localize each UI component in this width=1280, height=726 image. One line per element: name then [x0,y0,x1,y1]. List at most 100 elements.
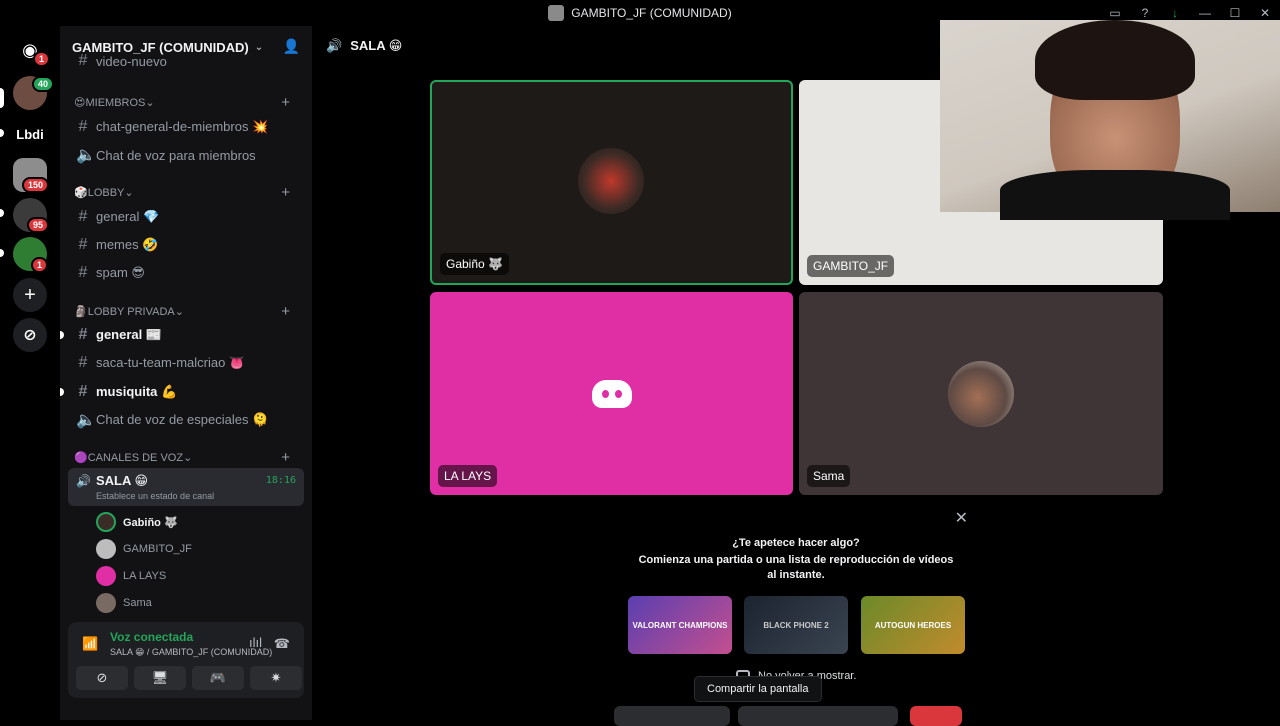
speaker-icon: 🔊 [326,38,343,53]
voice-user[interactable]: Gabiño 🐺 [96,510,178,534]
chevron-down-icon: ⌄ [254,41,264,53]
activity-subheading: Comienza una partida o una lista de repr… [638,554,954,581]
emoji-icon: 🎲 [74,187,88,199]
chevron-down-icon: ⌄ [124,187,134,199]
category-miembros[interactable]: 😍 MIEMBROS ⌄ + [74,94,298,111]
add-channel-icon[interactable]: + [281,449,290,466]
game-card[interactable]: BLACK PHONE 2 [744,596,848,654]
voice-stage: 🔊 SALA 😁 Gabiño 🐺 GAMBITO_JF LA LAYS Sam… [312,20,1280,726]
server-list: ◉ 1 40 Lbdi 150 95 1 + ⊘ [0,26,60,720]
gamepad-icon: 🎮 [209,670,227,685]
voice-channel-name: SALA 😁 [96,473,149,488]
hash-icon: # [78,354,88,371]
disconnect-button[interactable] [910,706,962,726]
help-icon[interactable]: ? [1130,6,1160,20]
participant-name: LA LAYS [438,465,498,487]
channel-general[interactable]: # general 💎 [68,203,304,231]
channel-musiquita[interactable]: # musiquita 💪 [60,378,304,406]
channel-chat-general[interactable]: # chat-general-de-miembros 💥 [68,113,304,141]
signal-icon: 📶 [82,636,99,651]
chevron-down-icon: ⌄ [183,452,193,464]
server-badge: 1 [31,257,49,273]
voice-timer: 18:16 [265,475,296,486]
channel-header: 🔊 SALA 😁 [326,38,402,54]
participant-tile[interactable]: Gabiño 🐺 [430,80,793,285]
activities-button[interactable]: 🎮 [192,666,244,690]
server-badge: 150 [22,177,50,193]
chevron-down-icon: ⌄ [145,97,155,109]
self-camera-preview[interactable] [940,20,1280,220]
unread-indicator [60,388,64,396]
channel-spam[interactable]: # spam 😎 [68,259,304,287]
channel-video-nuevo[interactable]: # video-nuevo [68,52,304,70]
channel-saca-tu-team[interactable]: # saca-tu-team-malcriao 👅 [68,349,304,377]
share-screen-button[interactable]: 🖥 [134,666,186,690]
camera-hair [1035,20,1195,100]
hash-icon: # [78,52,88,69]
camera-shirt [1000,170,1230,220]
channel-sidebar: GAMBITO_JF (COMUNIDAD) ⌄ 👤 # video-nuevo… [60,26,312,720]
avatar [96,512,116,532]
voice-connection-panel: 📶 Voz conectada SALA 😁 / GAMBITO_JF (COM… [68,622,304,698]
server-badge: 95 [27,217,50,233]
hash-icon: # [78,326,88,343]
category-lobby[interactable]: 🎲 LOBBY ⌄ + [74,184,298,201]
participant-name: Sama [807,465,851,487]
activity-control-button[interactable] [614,706,730,726]
minimize-button[interactable]: — [1190,6,1220,20]
channel-voz-miembros[interactable]: 🔈 Chat de voz para miembros [68,141,304,169]
voice-location[interactable]: SALA 😁 / GAMBITO_JF (COMUNIDAD) [110,647,272,658]
inbox-icon[interactable]: ▭ [1100,6,1130,20]
voice-channel-sala[interactable]: 🔊 SALA 😁 18:16 Establece un estado de ca… [68,468,304,506]
app-icon [548,5,565,21]
server-lbdi[interactable]: Lbdi [13,117,47,151]
hash-icon: # [78,236,88,253]
activity-heading: ¿Te apetece hacer algo? [732,537,860,549]
speaker-icon: 🔈 [76,412,96,429]
game-card[interactable]: VALORANT CHAMPIONS [628,596,732,654]
channel-general-privada[interactable]: # general 📰 [60,321,304,349]
set-channel-status[interactable]: Establece un estado de canal [96,491,214,501]
emoji-icon: 🟣 [74,452,88,464]
voice-user[interactable]: Sama [96,591,152,615]
close-icon[interactable]: ✕ [955,508,968,528]
soundboard-button[interactable]: ✷ [250,666,302,690]
share-screen-tooltip: Compartir la pantalla [694,676,822,702]
participant-name: GAMBITO_JF [807,255,895,277]
hash-icon: # [78,264,88,281]
hash-icon: # [78,383,88,400]
download-icon[interactable]: ↓ [1160,6,1190,20]
voice-user[interactable]: LA LAYS [96,564,166,588]
window-title: GAMBITO_JF (COMUNIDAD) [571,6,732,20]
participant-name: Gabiño 🐺 [440,253,509,275]
add-server-icon[interactable]: + [13,278,47,312]
category-canales-de-voz[interactable]: 🟣 CANALES DE VOZ ⌄ + [74,449,298,466]
speaker-icon: 🔊 [76,474,91,488]
maximize-button[interactable]: ☐ [1220,6,1250,20]
emoji-icon: 🗿 [74,306,88,318]
close-window-button[interactable]: ✕ [1250,6,1280,20]
camera-off-button[interactable]: ⊘ [76,666,128,690]
add-channel-icon[interactable]: + [281,303,290,320]
avatar [96,593,116,613]
game-card[interactable]: AUTOGUN HEROES [861,596,965,654]
avatar [578,148,644,214]
disconnect-icon[interactable]: ☎ [274,636,290,652]
noise-suppression-icon[interactable]: ılıl [249,635,262,650]
screen-share-icon: 🖥 [151,670,169,685]
screen-share-control-button[interactable] [738,706,898,726]
add-channel-icon[interactable]: + [281,184,290,201]
channel-title: SALA 😁 [350,38,403,53]
channel-memes[interactable]: # memes 🤣 [68,231,304,259]
participant-tile[interactable]: LA LAYS [430,292,793,495]
server-badge: 40 [32,76,55,92]
avatar [96,566,116,586]
hash-icon: # [78,208,88,225]
participant-tile[interactable]: Sama [799,292,1163,495]
category-lobby-privada[interactable]: 🗿 LOBBY PRIVADA ⌄ + [74,303,298,320]
add-channel-icon[interactable]: + [281,94,290,111]
explore-icon[interactable]: ⊘ [13,318,47,352]
voice-user[interactable]: GAMBITO_JF [96,537,192,561]
chevron-down-icon: ⌄ [174,306,184,318]
channel-voz-especiales[interactable]: 🔈 Chat de voz de especiales 🫠 [68,406,304,434]
